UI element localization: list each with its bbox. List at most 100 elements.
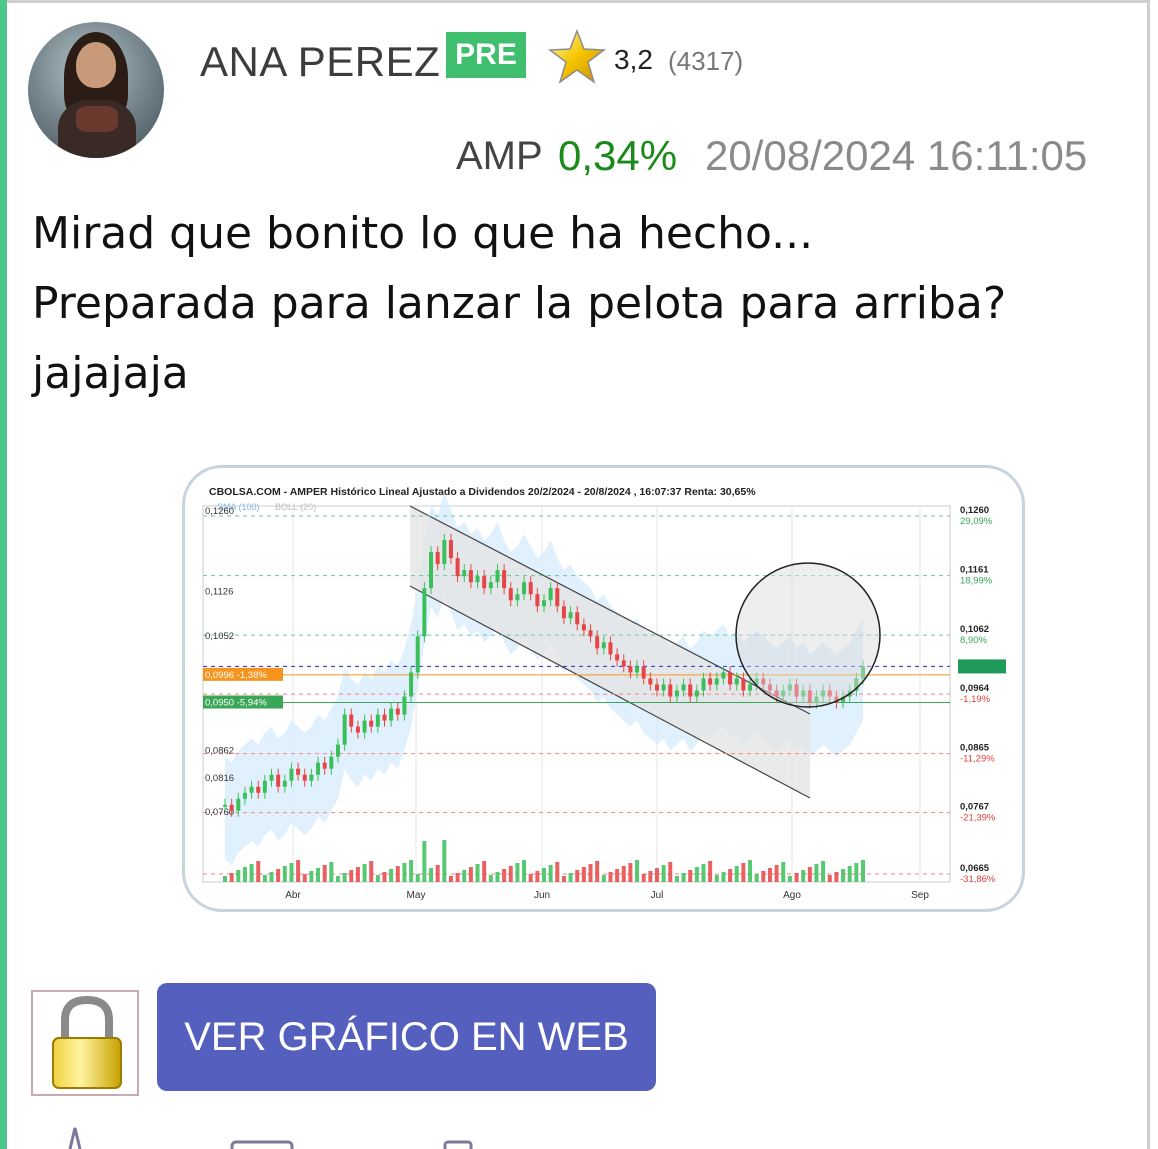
x-tick-label: Ago <box>783 890 801 901</box>
candle-body <box>309 774 314 781</box>
candle-body <box>276 774 281 787</box>
right-level-value: 0,0767 <box>960 802 989 813</box>
right-level-value: 0,0665 <box>960 863 990 874</box>
x-tick-label: May <box>407 890 426 901</box>
left-level-label: 0,1126 <box>205 587 233 598</box>
left-level-label: 0,0862 <box>205 745 234 756</box>
volume-bar <box>615 869 620 882</box>
volume-bar <box>535 871 540 882</box>
volume-bar <box>854 863 859 882</box>
volume-bar <box>316 868 321 882</box>
view-chart-web-button[interactable]: VER GRÁFICO EN WEB <box>157 983 656 1091</box>
volume-bar <box>242 867 247 882</box>
candle-body <box>694 690 699 697</box>
username[interactable]: ANA PEREZ <box>200 38 440 86</box>
candle-body <box>674 690 679 697</box>
comment-icon[interactable] <box>230 1140 294 1149</box>
candle-body <box>262 780 267 793</box>
candle-body <box>635 666 640 673</box>
volume-bar <box>734 866 739 882</box>
candle-body <box>734 678 739 685</box>
right-level-pct: 18,99% <box>960 576 993 587</box>
candle-body <box>455 558 460 577</box>
volume-bar <box>834 872 839 882</box>
candle-body <box>362 720 367 733</box>
volume-bar <box>588 864 593 882</box>
volume-bar <box>369 861 374 882</box>
volume-bar <box>841 869 846 882</box>
volume-bar <box>661 865 666 882</box>
volume-bar <box>674 876 679 882</box>
candle-body <box>575 612 580 625</box>
volume-bar <box>488 875 493 882</box>
volume-bar <box>621 866 626 882</box>
volume-bar <box>322 865 327 882</box>
candle-body <box>375 714 380 727</box>
volume-bar <box>814 864 819 882</box>
volume-bar <box>568 873 573 882</box>
volume-bar <box>508 866 513 882</box>
volume-bar <box>223 876 227 882</box>
volume-bar <box>236 870 241 882</box>
ticker-symbol[interactable]: AMP <box>456 134 543 179</box>
volume-bar <box>389 869 394 882</box>
candle-body <box>389 708 394 721</box>
candle-body <box>548 588 553 601</box>
lock-box[interactable] <box>31 990 139 1096</box>
candle-body <box>648 678 653 685</box>
avatar[interactable] <box>28 22 164 158</box>
candle-body <box>223 804 227 807</box>
volume-bar <box>522 860 527 882</box>
candle-body <box>721 672 726 679</box>
volume-bar <box>342 873 347 882</box>
candle-body <box>415 636 420 673</box>
volume-bar <box>608 872 613 882</box>
candle-body <box>409 672 414 697</box>
volume-bar <box>375 875 380 882</box>
padlock-icon <box>52 996 122 1089</box>
volume-bar <box>355 867 360 882</box>
candle-body <box>615 654 620 661</box>
right-level-pct: -11,29% <box>960 754 995 765</box>
volume-bar <box>302 874 307 882</box>
volume-bar <box>402 863 407 882</box>
x-tick-label: Jun <box>534 890 550 901</box>
up-arrow-icon[interactable] <box>68 1127 82 1149</box>
candle-body <box>601 642 606 649</box>
candle-body <box>568 612 573 619</box>
candle-body <box>535 594 540 607</box>
candle-body <box>302 774 307 781</box>
message-line-3: jajajaja <box>32 348 189 399</box>
volume-bar <box>701 864 706 882</box>
volume-bar <box>787 876 792 882</box>
candle-body <box>462 570 467 577</box>
volume-bar <box>548 865 553 882</box>
candle-body <box>628 666 633 673</box>
volume-bar <box>581 867 586 882</box>
chart-image[interactable]: CBOLSA.COM - AMPER Histórico Lineal Ajus… <box>182 465 1025 912</box>
right-level-value: 0,1161 <box>960 565 989 576</box>
volume-bar <box>502 869 507 882</box>
volume-bar <box>515 863 520 882</box>
candle-body <box>482 576 487 589</box>
volume-bar <box>276 869 281 882</box>
volume-bar <box>435 865 440 882</box>
candle-body <box>728 672 733 685</box>
candle-body <box>654 684 659 691</box>
candle-body <box>369 720 374 727</box>
x-tick-label: Sep <box>911 890 929 901</box>
volume-bar <box>495 872 500 882</box>
candle-body <box>588 630 593 637</box>
volume-bar <box>335 876 340 882</box>
candle-body <box>236 798 241 811</box>
candle-body <box>508 588 513 601</box>
candle-body <box>382 714 387 721</box>
volume-bar <box>482 861 487 882</box>
share-icon[interactable] <box>443 1140 473 1149</box>
candle-body <box>701 678 706 691</box>
candle-body <box>296 768 301 775</box>
candle-body <box>661 684 666 691</box>
stock-chart: CBOLSA.COM - AMPER Histórico Lineal Ajus… <box>202 486 1006 901</box>
candle-body <box>475 576 480 583</box>
volume-bar <box>296 860 301 882</box>
